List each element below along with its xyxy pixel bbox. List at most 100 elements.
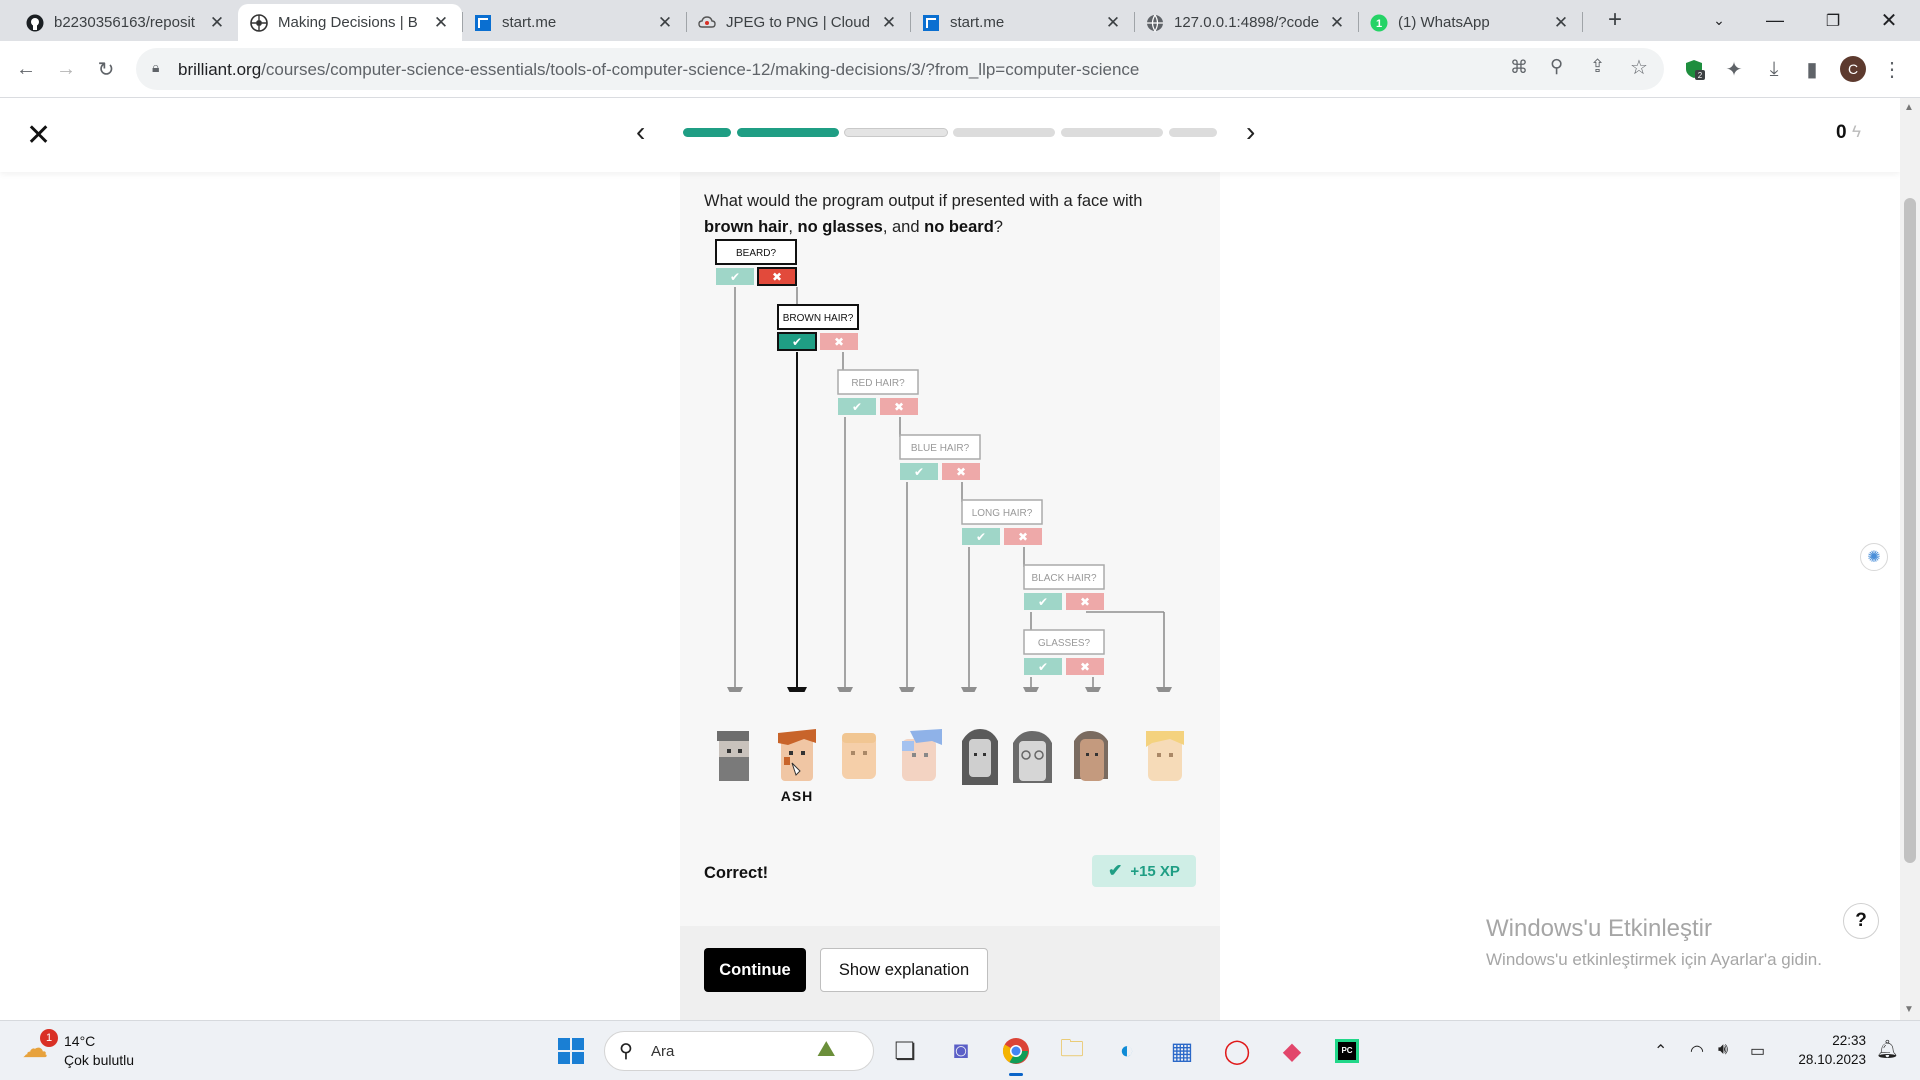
volume-icon[interactable]: 🔊︎ <box>1718 1041 1728 1059</box>
address-bar[interactable]: 🔒︎ brilliant.org/courses/computer-scienc… <box>136 48 1664 90</box>
taskbar-search[interactable]: ⚲ Ara ⛰ <box>604 1031 874 1071</box>
app-diamond-icon[interactable]: ◆ <box>1275 1034 1309 1068</box>
assistant-icon[interactable]: ✺ <box>1860 543 1888 571</box>
progress-segment[interactable] <box>1061 128 1163 137</box>
tab-startme[interactable]: start.me ✕ <box>462 4 686 41</box>
temperature[interactable]: 14°C <box>64 1033 95 1049</box>
cross-icon: ✖ <box>894 400 904 414</box>
progress-segment[interactable] <box>683 128 731 137</box>
check-icon: ✔ <box>1038 595 1048 609</box>
edge-icon[interactable]: ◐ <box>1110 1034 1144 1068</box>
tab-separator <box>686 12 687 32</box>
cross-icon: ✖ <box>1018 530 1028 544</box>
extensions-puzzle-icon[interactable]: ✦ <box>1718 53 1750 85</box>
forward-icon[interactable]: → <box>50 53 82 85</box>
tab-separator <box>910 12 911 32</box>
check-icon: ✔ <box>730 270 740 284</box>
browser-toolbar: ← → ↻ 🔒︎ brilliant.org/courses/computer-… <box>0 41 1920 98</box>
scroll-down-arrow-icon[interactable]: ▼ <box>1904 1004 1914 1015</box>
minimize-button[interactable]: — <box>1752 0 1798 41</box>
help-button[interactable]: ? <box>1843 903 1879 939</box>
face-blonde-icon <box>842 733 876 779</box>
tab-title: 127.0.0.1:4898/?code <box>1174 14 1320 31</box>
progress-segment[interactable] <box>953 128 1055 137</box>
tray-chevron-icon[interactable]: ⌃ <box>1654 1041 1667 1061</box>
url-text[interactable]: brilliant.org/courses/computer-science-e… <box>178 60 1139 80</box>
tab-separator <box>1134 12 1135 32</box>
tree-node-label: GLASSES? <box>1038 638 1091 649</box>
profile-avatar[interactable]: C <box>1840 56 1866 82</box>
cross-icon: ✖ <box>1080 595 1090 609</box>
tab-github[interactable]: b2230356163/reposit ✕ <box>14 4 238 41</box>
close-icon[interactable]: ✕ <box>1104 13 1122 33</box>
tab-localhost[interactable]: 127.0.0.1:4898/?code ✕ <box>1134 4 1358 41</box>
xp-reward-text: +15 XP <box>1130 862 1180 880</box>
tab-brilliant[interactable]: Making Decisions | B ✕ <box>238 4 462 41</box>
close-icon[interactable]: ✕ <box>1552 13 1570 33</box>
clock-time: 22:33 <box>1832 1033 1866 1048</box>
battery-icon[interactable]: ▭ <box>1750 1041 1765 1061</box>
lock-icon[interactable]: 🔒︎ <box>152 59 159 76</box>
close-icon[interactable]: ✕ <box>656 13 674 33</box>
system-clock[interactable]: 22:33 28.10.2023 <box>1792 1031 1866 1069</box>
progress-segment[interactable] <box>1169 128 1217 137</box>
progress-segment-current[interactable] <box>844 128 948 137</box>
opera-icon[interactable]: ◯ <box>1220 1034 1254 1068</box>
shield-extension-icon[interactable]: 2 <box>1678 53 1710 85</box>
close-icon[interactable]: ✕ <box>208 13 226 33</box>
close-window-button[interactable]: ✕ <box>1866 0 1912 41</box>
new-tab-button[interactable]: + <box>1599 6 1631 36</box>
chrome-icon[interactable] <box>999 1034 1033 1068</box>
previous-arrow-icon[interactable]: ‹ <box>636 116 645 148</box>
restore-button[interactable]: ❐ <box>1810 0 1856 41</box>
close-lesson-icon[interactable]: ✕ <box>26 118 51 153</box>
profile-initial: C <box>1847 61 1859 77</box>
tree-node-long-hair: LONG HAIR? ✔ ✖ <box>961 499 1043 545</box>
tab-whatsapp[interactable]: 1 (1) WhatsApp ✕ <box>1358 4 1582 41</box>
tab-startme-2[interactable]: start.me ✕ <box>910 4 1134 41</box>
scrollbar-thumb[interactable] <box>1904 198 1916 863</box>
clock-date: 28.10.2023 <box>1798 1052 1866 1067</box>
translate-icon[interactable]: ⌘ <box>1510 57 1528 78</box>
file-explorer-icon[interactable]: 🗀 <box>1055 1034 1089 1068</box>
menu-kebab-icon[interactable]: ⋮ <box>1876 53 1908 85</box>
share-icon[interactable]: ⇪ <box>1590 56 1605 77</box>
back-icon[interactable]: ← <box>10 53 42 85</box>
close-icon[interactable]: ✕ <box>1328 13 1346 33</box>
tree-node-beard: BEARD? ✔ ✖ <box>715 239 797 286</box>
close-icon[interactable]: ✕ <box>880 13 898 33</box>
check-icon: ✔ <box>852 400 862 414</box>
download-icon[interactable]: ⤓ <box>1758 53 1790 85</box>
store-icon[interactable]: ▦ <box>1165 1034 1199 1068</box>
task-view-icon[interactable]: ❏ <box>888 1034 922 1068</box>
next-arrow-icon[interactable]: › <box>1246 116 1255 148</box>
windows-start-icon[interactable] <box>554 1034 588 1068</box>
tab-title: start.me <box>502 14 557 31</box>
progress-segment[interactable] <box>737 128 839 137</box>
startme-icon <box>474 14 492 32</box>
close-icon[interactable]: ✕ <box>432 13 450 33</box>
lightning-icon: ϟ <box>1852 122 1861 141</box>
weather-condition[interactable]: Çok bulutlu <box>64 1052 134 1068</box>
notification-bell-icon[interactable]: 🔔︎ <box>1876 1039 1899 1060</box>
reload-icon[interactable]: ↻ <box>90 53 122 85</box>
side-panel-icon[interactable]: ▮ <box>1796 53 1828 85</box>
tree-node-label: LONG HAIR? <box>972 508 1033 519</box>
face-bearded-icon <box>717 731 749 781</box>
pycharm-icon[interactable]: PC <box>1330 1034 1364 1068</box>
cross-icon: ✖ <box>956 465 966 479</box>
continue-button[interactable]: Continue <box>704 948 806 992</box>
zoom-icon[interactable]: ⚲ <box>1550 56 1563 77</box>
scroll-up-arrow-icon[interactable]: ▲ <box>1904 102 1914 113</box>
tab-search-icon[interactable]: ⌄ <box>1696 0 1742 41</box>
tree-node-black-hair: BLACK HAIR? ✔ ✖ <box>1023 564 1105 610</box>
svg-text:PC: PC <box>1341 1046 1352 1055</box>
page-scrollbar[interactable]: ▲ ▼ <box>1900 98 1920 1020</box>
show-explanation-button[interactable]: Show explanation <box>820 948 988 992</box>
wifi-icon[interactable]: ◠ <box>1690 1041 1704 1061</box>
tree-node-label: RED HAIR? <box>851 378 905 389</box>
tab-cloudconvert[interactable]: JPEG to PNG | Cloud ✕ <box>686 4 910 41</box>
check-icon: ✔ <box>792 335 802 349</box>
teams-chat-icon[interactable]: ◙ <box>944 1034 978 1068</box>
bookmark-star-icon[interactable]: ☆ <box>1630 55 1648 80</box>
